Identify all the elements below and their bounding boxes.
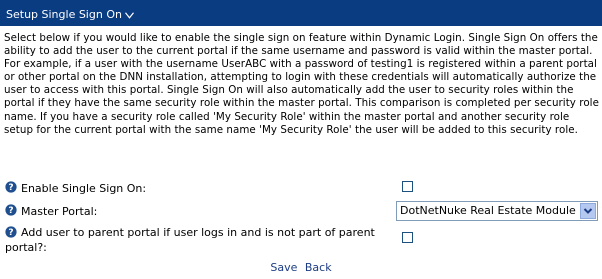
svg-text:?: ? <box>8 206 13 216</box>
description-text: Select below if you would like to enable… <box>4 32 599 136</box>
master-portal-row: ? Master Portal: DotNetNuke Real Estate … <box>0 201 602 221</box>
enable-sso-label: Enable Single Sign On: <box>21 182 147 195</box>
section-title-text: Setup Single Sign On <box>6 8 122 21</box>
back-link[interactable]: Back <box>305 261 332 274</box>
master-portal-select-value: DotNetNuke Real Estate Module <box>400 204 576 217</box>
add-user-checkbox[interactable] <box>402 232 413 243</box>
add-user-label-line2: portal?: <box>5 241 47 254</box>
add-user-row: ? Add user to parent portal if user logs… <box>0 225 602 255</box>
master-portal-label: Master Portal: <box>21 205 98 218</box>
master-portal-select[interactable]: DotNetNuke Real Estate Module <box>396 201 598 221</box>
help-icon[interactable]: ? <box>5 181 17 193</box>
svg-text:?: ? <box>8 183 13 193</box>
svg-text:?: ? <box>8 228 13 238</box>
action-links: Save Back <box>0 261 602 274</box>
help-icon[interactable]: ? <box>5 204 17 216</box>
help-icon[interactable]: ? <box>5 226 17 238</box>
enable-sso-row: ? Enable Single Sign On: <box>0 180 602 196</box>
section-header[interactable]: Setup Single Sign On <box>0 0 602 26</box>
section-title: Setup Single Sign On <box>6 8 134 22</box>
add-user-label-line1: Add user to parent portal if user logs i… <box>21 226 375 239</box>
enable-sso-checkbox[interactable] <box>402 181 413 192</box>
save-link[interactable]: Save <box>270 261 297 274</box>
chevron-down-icon[interactable] <box>580 203 596 219</box>
chevron-down-icon[interactable] <box>124 9 134 22</box>
